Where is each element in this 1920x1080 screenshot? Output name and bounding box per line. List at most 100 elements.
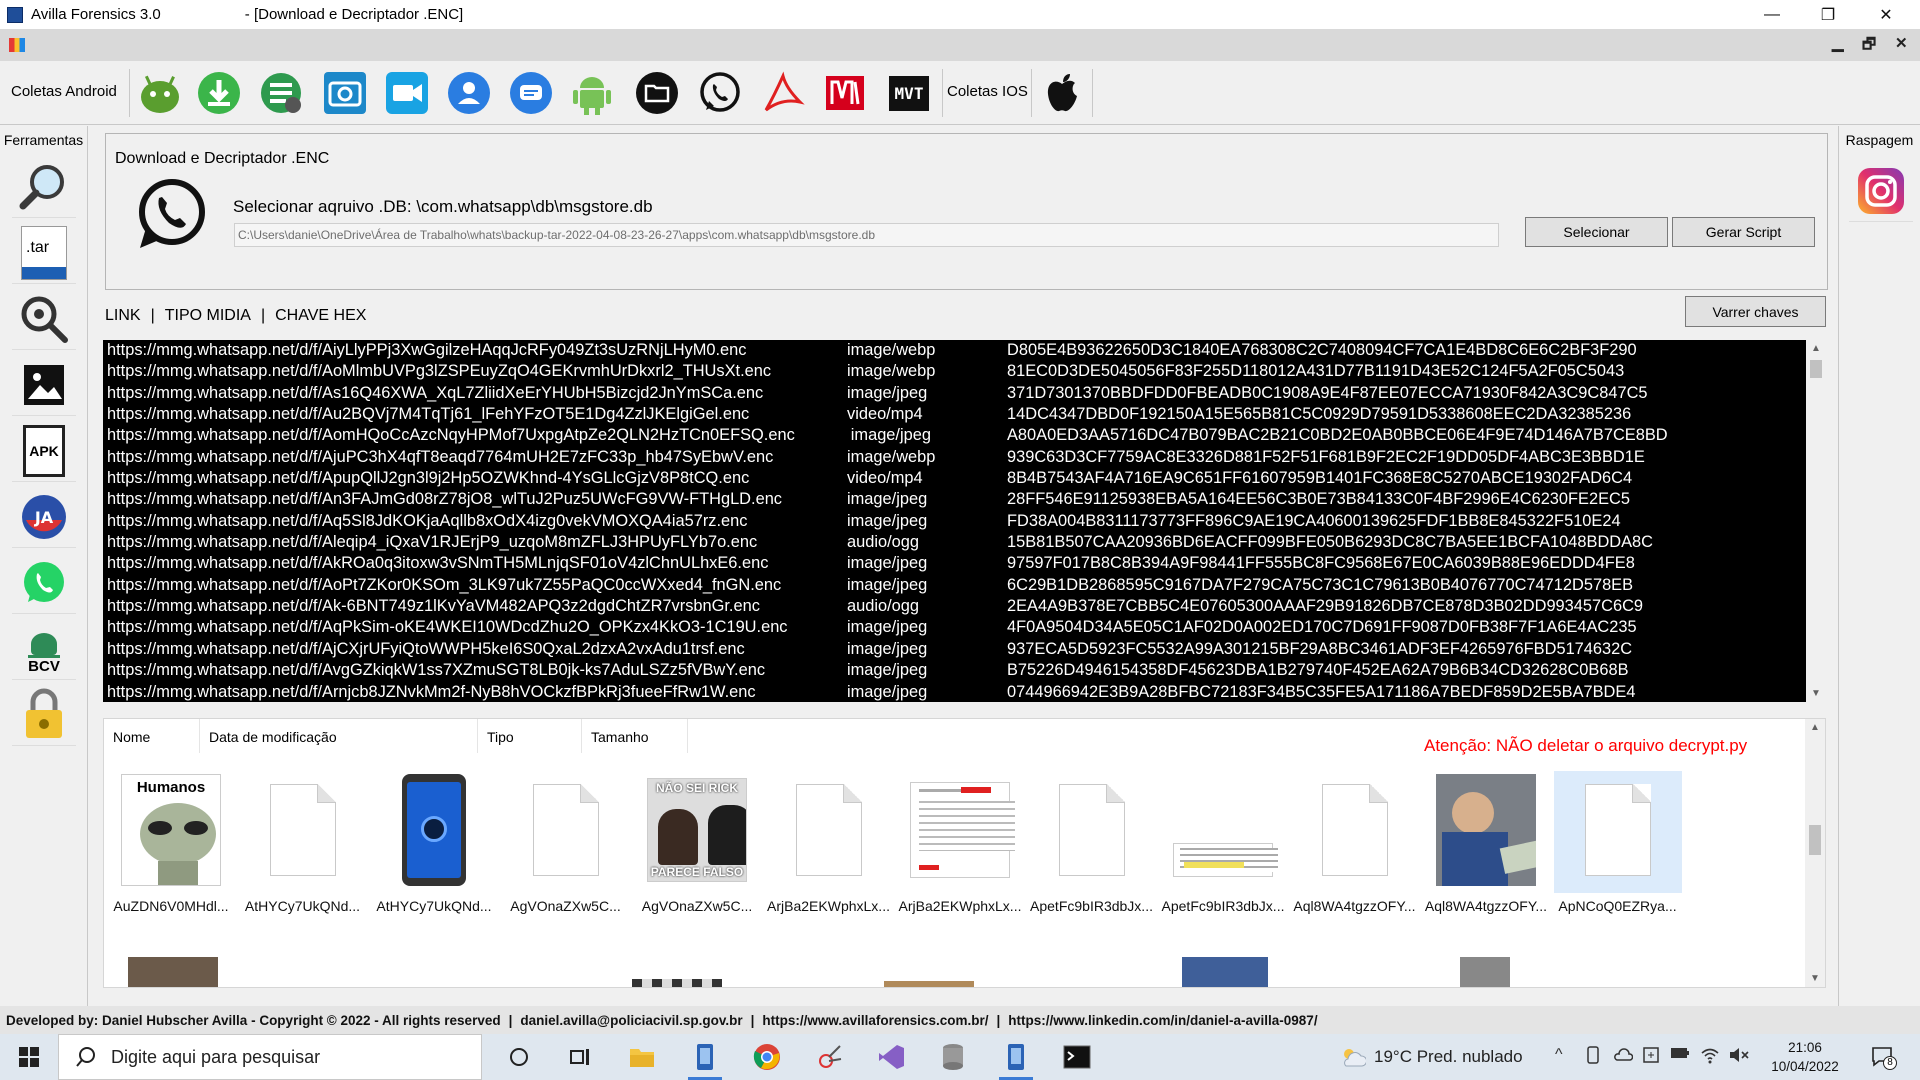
contacts-button[interactable]	[443, 67, 495, 119]
row-hex-key: 937ECA5D5923FC5532A99A301215BF29A8BC3461…	[1007, 639, 1633, 658]
email-link[interactable]: daniel.avilla@policiacivil.sp.gov.br	[520, 1013, 742, 1028]
file-tile[interactable]: NÃO SEI RICK PARECE FALSO AgVOnaZXw5C...	[633, 771, 761, 914]
scroll-down-icon[interactable]: ▼	[1805, 973, 1825, 984]
image-tool-button[interactable]	[12, 354, 76, 416]
task-view-button[interactable]	[555, 1034, 605, 1080]
console-row: https://mmg.whatsapp.net/d/f/AoMlmbUVPg3…	[107, 361, 1807, 382]
scan-keys-button[interactable]: Varrer chaves	[1685, 296, 1826, 327]
download-button[interactable]	[193, 67, 245, 119]
file-tile[interactable]: ArjBa2EKWphxLx...	[765, 771, 893, 914]
start-button[interactable]	[0, 1034, 58, 1080]
scroll-thumb[interactable]	[1809, 825, 1821, 855]
pdf-button[interactable]	[757, 67, 809, 119]
instagram-button[interactable]	[1849, 160, 1913, 222]
avilla-taskbar-button-1[interactable]	[680, 1034, 730, 1080]
visual-studio-taskbar-button[interactable]	[866, 1034, 916, 1080]
linkedin-link[interactable]: https://www.linkedin.com/in/daniel-a-avi…	[1008, 1013, 1317, 1028]
database-taskbar-button[interactable]	[928, 1034, 978, 1080]
battery-icon[interactable]	[1670, 1046, 1690, 1060]
file-tile[interactable]: Aql8WA4tgzzOFY...	[1422, 771, 1550, 914]
file-tile[interactable]: ApetFc9bIR3dbJx...	[1028, 771, 1156, 914]
file-tile[interactable]: AtHYCy7UkQNd...	[239, 771, 367, 914]
file-tile[interactable]: ApetFc9bIR3dbJx...	[1159, 771, 1287, 914]
folder-black-icon	[636, 72, 678, 114]
console-scrollbar[interactable]: ▲ ▼	[1806, 340, 1826, 702]
file-tile[interactable]: ArjBa2EKWphxLx...	[896, 771, 1024, 914]
column-separator: |	[260, 307, 266, 324]
scroll-up-icon[interactable]: ▲	[1805, 722, 1825, 733]
jadx-tool-button[interactable]: JA	[12, 486, 76, 548]
db-path-field[interactable]: C:\Users\danie\OneDrive\Área de Trabalho…	[234, 223, 1499, 247]
type-column-header[interactable]: Tipo	[478, 719, 582, 753]
whatsapp-tool-button[interactable]	[12, 552, 76, 614]
file-thumbnail-partial[interactable]	[128, 957, 218, 987]
media-type-column-label: TIPO MIDIA	[164, 307, 251, 324]
chevron-up-icon[interactable]: ^	[1555, 1046, 1563, 1064]
file-thumbnail-partial[interactable]	[632, 979, 722, 987]
weather-widget[interactable]: 19°C Pred. nublado	[1340, 1046, 1523, 1068]
mdi-minimize-button[interactable]: ▁	[1832, 34, 1844, 52]
video-button[interactable]	[381, 67, 433, 119]
file-tile[interactable]: Aql8WA4tgzzOFY...	[1291, 771, 1419, 914]
mdi-restore-button[interactable]: 🗗	[1862, 34, 1876, 59]
mdi-close-button[interactable]: ✕	[1895, 34, 1908, 52]
file-thumbnail-partial[interactable]	[1460, 957, 1510, 987]
folder-button[interactable]	[631, 67, 683, 119]
size-column-header[interactable]: Tamanho	[582, 719, 688, 753]
hash-tool-button[interactable]	[12, 684, 76, 746]
scroll-down-icon[interactable]: ▼	[1806, 688, 1826, 699]
minimize-button[interactable]: —	[1744, 0, 1800, 29]
row-media-type: image/jpeg	[847, 490, 928, 509]
onedrive-icon[interactable]	[1613, 1046, 1633, 1062]
tar-tool-button[interactable]: .tar	[12, 222, 76, 284]
device-icon[interactable]	[1585, 1046, 1601, 1064]
console-row: https://mmg.whatsapp.net/d/f/Aleqip4_iQx…	[107, 532, 1807, 553]
generate-script-button[interactable]: Gerar Script	[1672, 217, 1815, 247]
android-robot-button[interactable]	[566, 67, 618, 119]
apple-button[interactable]	[1036, 67, 1088, 119]
cortana-button[interactable]	[494, 1034, 544, 1080]
search-tool-button[interactable]	[12, 156, 76, 218]
chrome-taskbar-button[interactable]	[742, 1034, 792, 1080]
messages-button[interactable]	[505, 67, 557, 119]
wifi-icon[interactable]	[1700, 1046, 1720, 1064]
file-thumbnail-partial[interactable]	[884, 981, 974, 987]
restore-button[interactable]: ❐	[1800, 0, 1856, 29]
keys-output-console[interactable]: https://mmg.whatsapp.net/d/f/AiyLlyPPj3X…	[103, 340, 1826, 702]
mvt-button[interactable]: MVT	[881, 67, 937, 119]
terminal-taskbar-button[interactable]	[1052, 1034, 1102, 1080]
name-column-header[interactable]: Nome	[104, 719, 200, 753]
close-button[interactable]: ✕	[1858, 0, 1914, 29]
notifications-button[interactable]: 8	[1870, 1044, 1897, 1070]
console-row: https://mmg.whatsapp.net/d/f/Au2BQVj7M4T…	[107, 404, 1807, 425]
file-explorer-view[interactable]: Nome Data de modificação Tipo Tamanho At…	[103, 718, 1826, 988]
taskbar-clock[interactable]: 21:06 10/04/2022	[1770, 1038, 1840, 1076]
taskbar-search-box[interactable]: Digite aqui para pesquisar	[58, 1034, 482, 1080]
bcv-tool-button[interactable]: BCV	[12, 618, 76, 680]
apk-tool-button[interactable]: APK	[12, 420, 76, 482]
modified-column-header[interactable]: Data de modificação	[200, 719, 478, 753]
update-icon[interactable]	[1642, 1046, 1660, 1064]
m-logo-button[interactable]	[819, 67, 871, 119]
file-thumbnail	[1305, 775, 1405, 885]
camera-button[interactable]	[319, 67, 371, 119]
sms-backup-button[interactable]	[255, 67, 307, 119]
file-tile[interactable]: ApNCoQ0EZRya...	[1553, 771, 1682, 914]
snipping-taskbar-button[interactable]	[805, 1034, 855, 1080]
file-tile[interactable]: Humanos AuZDN6V0MHdl...	[107, 771, 235, 914]
mdi-child-icon[interactable]	[9, 38, 25, 52]
scroll-up-icon[interactable]: ▲	[1806, 343, 1826, 354]
scroll-thumb[interactable]	[1810, 360, 1822, 378]
website-link[interactable]: https://www.avillaforensics.com.br/	[762, 1013, 988, 1028]
file-tile[interactable]: AtHYCy7UkQNd...	[370, 771, 498, 914]
gear-search-tool-button[interactable]	[12, 288, 76, 350]
avilla-taskbar-button-2[interactable]	[991, 1034, 1041, 1080]
file-explorer-taskbar-button[interactable]	[617, 1034, 667, 1080]
select-button[interactable]: Selecionar	[1525, 217, 1668, 247]
file-tile[interactable]: AgVOnaZXw5C...	[502, 771, 630, 914]
explorer-scrollbar[interactable]: ▲ ▼	[1805, 719, 1825, 987]
android-head-button[interactable]	[134, 67, 186, 119]
file-thumbnail-partial[interactable]	[1182, 957, 1268, 987]
whatsapp-collect-button[interactable]	[694, 67, 746, 119]
speaker-muted-icon[interactable]	[1728, 1046, 1750, 1064]
